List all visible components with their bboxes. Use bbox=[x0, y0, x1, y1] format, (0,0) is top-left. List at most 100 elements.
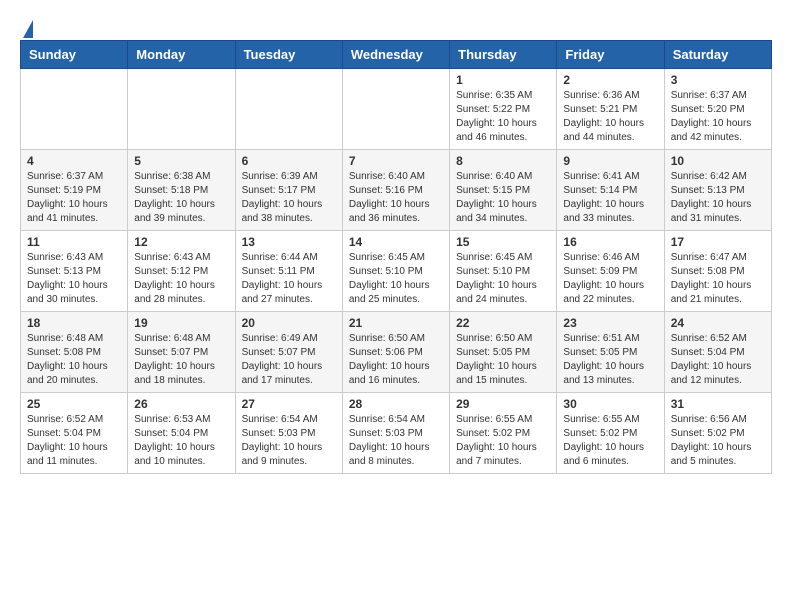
calendar-cell: 27 Sunrise: 6:54 AMSunset: 5:03 PMDayligh… bbox=[235, 393, 342, 474]
day-number: 18 bbox=[27, 316, 121, 330]
calendar-cell: 9 Sunrise: 6:41 AMSunset: 5:14 PMDaylight… bbox=[557, 150, 664, 231]
calendar-cell: 24 Sunrise: 6:52 AMSunset: 5:04 PMDayligh… bbox=[664, 312, 771, 393]
calendar-cell: 25Sunrise: 6:52 AMSunset: 5:04 PMDayligh… bbox=[21, 393, 128, 474]
calendar-cell: 10 Sunrise: 6:42 AMSunset: 5:13 PMDayligh… bbox=[664, 150, 771, 231]
logo bbox=[20, 20, 33, 32]
day-info: Sunrise: 6:38 AMSunset: 5:18 PMDaylight:… bbox=[134, 170, 228, 226]
day-of-week-header: Tuesday bbox=[235, 41, 342, 69]
day-number: 11 bbox=[27, 235, 121, 249]
calendar-cell: 11Sunrise: 6:43 AMSunset: 5:13 PMDayligh… bbox=[21, 231, 128, 312]
day-of-week-header: Monday bbox=[128, 41, 235, 69]
calendar-cell: 23 Sunrise: 6:51 AMSunset: 5:05 PMDayligh… bbox=[557, 312, 664, 393]
day-number: 14 bbox=[349, 235, 443, 249]
calendar-cell: 5 Sunrise: 6:38 AMSunset: 5:18 PMDaylight… bbox=[128, 150, 235, 231]
calendar-cell: 19 Sunrise: 6:48 AMSunset: 5:07 PMDayligh… bbox=[128, 312, 235, 393]
calendar-week-row: 4 Sunrise: 6:37 AMSunset: 5:19 PMDaylight… bbox=[21, 150, 772, 231]
day-number: 23 bbox=[563, 316, 657, 330]
calendar-cell bbox=[21, 69, 128, 150]
calendar-cell: 8 Sunrise: 6:40 AMSunset: 5:15 PMDaylight… bbox=[450, 150, 557, 231]
day-info: Sunrise: 6:50 AMSunset: 5:05 PMDaylight:… bbox=[456, 332, 550, 388]
calendar-cell: 31Sunrise: 6:56 AMSunset: 5:02 PMDayligh… bbox=[664, 393, 771, 474]
calendar-week-row: 1Sunrise: 6:35 AMSunset: 5:22 PMDaylight… bbox=[21, 69, 772, 150]
day-number: 22 bbox=[456, 316, 550, 330]
day-number: 21 bbox=[349, 316, 443, 330]
logo-arrow-icon bbox=[23, 20, 33, 38]
calendar-week-row: 11Sunrise: 6:43 AMSunset: 5:13 PMDayligh… bbox=[21, 231, 772, 312]
calendar-cell: 17 Sunrise: 6:47 AMSunset: 5:08 PMDayligh… bbox=[664, 231, 771, 312]
day-number: 15 bbox=[456, 235, 550, 249]
day-info: Sunrise: 6:40 AMSunset: 5:15 PMDaylight:… bbox=[456, 170, 550, 226]
calendar-header-row: SundayMondayTuesdayWednesdayThursdayFrid… bbox=[21, 41, 772, 69]
day-info: Sunrise: 6:41 AMSunset: 5:14 PMDaylight:… bbox=[563, 170, 657, 226]
day-number: 17 bbox=[671, 235, 765, 249]
calendar-cell: 1Sunrise: 6:35 AMSunset: 5:22 PMDaylight… bbox=[450, 69, 557, 150]
calendar-cell: 2Sunrise: 6:36 AMSunset: 5:21 PMDaylight… bbox=[557, 69, 664, 150]
calendar-cell: 6Sunrise: 6:39 AMSunset: 5:17 PMDaylight… bbox=[235, 150, 342, 231]
day-info: Sunrise: 6:45 AMSunset: 5:10 PMDaylight:… bbox=[456, 251, 550, 307]
day-info: Sunrise: 6:37 AMSunset: 5:19 PMDaylight:… bbox=[27, 170, 121, 226]
day-number: 4 bbox=[27, 154, 121, 168]
day-number: 25 bbox=[27, 397, 121, 411]
calendar-cell: 18 Sunrise: 6:48 AMSunset: 5:08 PMDayligh… bbox=[21, 312, 128, 393]
day-number: 28 bbox=[349, 397, 443, 411]
day-info: Sunrise: 6:42 AMSunset: 5:13 PMDaylight:… bbox=[671, 170, 765, 226]
day-info: Sunrise: 6:44 AMSunset: 5:11 PMDaylight:… bbox=[242, 251, 336, 307]
calendar-cell: 16Sunrise: 6:46 AMSunset: 5:09 PMDayligh… bbox=[557, 231, 664, 312]
calendar-cell bbox=[342, 69, 449, 150]
day-number: 9 bbox=[563, 154, 657, 168]
day-info: Sunrise: 6:45 AMSunset: 5:10 PMDaylight:… bbox=[349, 251, 443, 307]
day-number: 24 bbox=[671, 316, 765, 330]
calendar-cell bbox=[235, 69, 342, 150]
day-info: Sunrise: 6:48 AMSunset: 5:07 PMDaylight:… bbox=[134, 332, 228, 388]
day-info: Sunrise: 6:39 AMSunset: 5:17 PMDaylight:… bbox=[242, 170, 336, 226]
day-of-week-header: Wednesday bbox=[342, 41, 449, 69]
page-header bbox=[20, 20, 772, 32]
calendar-cell: 7 Sunrise: 6:40 AMSunset: 5:16 PMDaylight… bbox=[342, 150, 449, 231]
day-number: 5 bbox=[134, 154, 228, 168]
day-info: Sunrise: 6:35 AMSunset: 5:22 PMDaylight:… bbox=[456, 89, 550, 145]
calendar-cell: 20Sunrise: 6:49 AMSunset: 5:07 PMDayligh… bbox=[235, 312, 342, 393]
day-of-week-header: Thursday bbox=[450, 41, 557, 69]
day-number: 27 bbox=[242, 397, 336, 411]
day-number: 2 bbox=[563, 73, 657, 87]
calendar-cell: 30 Sunrise: 6:55 AMSunset: 5:02 PMDayligh… bbox=[557, 393, 664, 474]
day-info: Sunrise: 6:55 AMSunset: 5:02 PMDaylight:… bbox=[456, 413, 550, 469]
calendar-week-row: 18 Sunrise: 6:48 AMSunset: 5:08 PMDayligh… bbox=[21, 312, 772, 393]
day-info: Sunrise: 6:52 AMSunset: 5:04 PMDaylight:… bbox=[671, 332, 765, 388]
calendar-cell: 21 Sunrise: 6:50 AMSunset: 5:06 PMDayligh… bbox=[342, 312, 449, 393]
day-info: Sunrise: 6:54 AMSunset: 5:03 PMDaylight:… bbox=[242, 413, 336, 469]
day-number: 29 bbox=[456, 397, 550, 411]
calendar-cell: 3Sunrise: 6:37 AMSunset: 5:20 PMDaylight… bbox=[664, 69, 771, 150]
calendar-week-row: 25Sunrise: 6:52 AMSunset: 5:04 PMDayligh… bbox=[21, 393, 772, 474]
day-info: Sunrise: 6:50 AMSunset: 5:06 PMDaylight:… bbox=[349, 332, 443, 388]
day-number: 30 bbox=[563, 397, 657, 411]
day-info: Sunrise: 6:51 AMSunset: 5:05 PMDaylight:… bbox=[563, 332, 657, 388]
day-number: 31 bbox=[671, 397, 765, 411]
calendar-cell: 15 Sunrise: 6:45 AMSunset: 5:10 PMDayligh… bbox=[450, 231, 557, 312]
day-info: Sunrise: 6:54 AMSunset: 5:03 PMDaylight:… bbox=[349, 413, 443, 469]
day-number: 26 bbox=[134, 397, 228, 411]
calendar-cell: 28 Sunrise: 6:54 AMSunset: 5:03 PMDayligh… bbox=[342, 393, 449, 474]
day-number: 12 bbox=[134, 235, 228, 249]
day-info: Sunrise: 6:47 AMSunset: 5:08 PMDaylight:… bbox=[671, 251, 765, 307]
day-info: Sunrise: 6:53 AMSunset: 5:04 PMDaylight:… bbox=[134, 413, 228, 469]
day-info: Sunrise: 6:48 AMSunset: 5:08 PMDaylight:… bbox=[27, 332, 121, 388]
calendar-cell: 14 Sunrise: 6:45 AMSunset: 5:10 PMDayligh… bbox=[342, 231, 449, 312]
day-number: 7 bbox=[349, 154, 443, 168]
calendar-cell: 22 Sunrise: 6:50 AMSunset: 5:05 PMDayligh… bbox=[450, 312, 557, 393]
day-number: 8 bbox=[456, 154, 550, 168]
calendar-table: SundayMondayTuesdayWednesdayThursdayFrid… bbox=[20, 40, 772, 474]
day-of-week-header: Friday bbox=[557, 41, 664, 69]
day-of-week-header: Sunday bbox=[21, 41, 128, 69]
calendar-cell: 12 Sunrise: 6:43 AMSunset: 5:12 PMDayligh… bbox=[128, 231, 235, 312]
day-number: 16 bbox=[563, 235, 657, 249]
day-info: Sunrise: 6:55 AMSunset: 5:02 PMDaylight:… bbox=[563, 413, 657, 469]
calendar-cell: 29 Sunrise: 6:55 AMSunset: 5:02 PMDayligh… bbox=[450, 393, 557, 474]
day-info: Sunrise: 6:43 AMSunset: 5:12 PMDaylight:… bbox=[134, 251, 228, 307]
day-info: Sunrise: 6:40 AMSunset: 5:16 PMDaylight:… bbox=[349, 170, 443, 226]
day-of-week-header: Saturday bbox=[664, 41, 771, 69]
day-number: 10 bbox=[671, 154, 765, 168]
day-number: 19 bbox=[134, 316, 228, 330]
day-info: Sunrise: 6:49 AMSunset: 5:07 PMDaylight:… bbox=[242, 332, 336, 388]
day-info: Sunrise: 6:37 AMSunset: 5:20 PMDaylight:… bbox=[671, 89, 765, 145]
